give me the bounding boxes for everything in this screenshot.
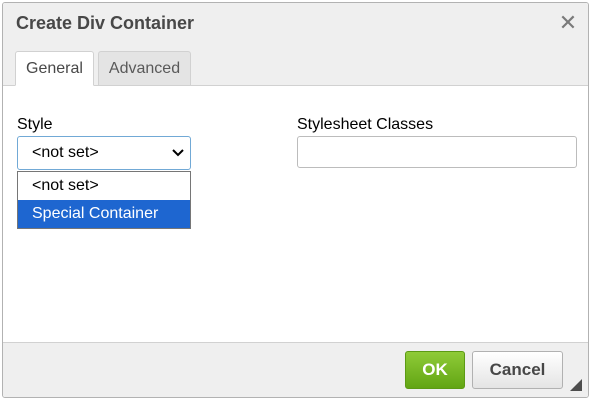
style-label: Style xyxy=(17,116,53,133)
style-option-not-set[interactable]: <not set> xyxy=(18,172,190,200)
close-icon[interactable]: ✕ xyxy=(558,12,578,34)
ok-button[interactable]: OK xyxy=(405,351,465,389)
style-dropdown-list: <not set> Special Container xyxy=(17,171,191,229)
create-div-container-dialog: Create Div Container ✕ General Advanced … xyxy=(2,2,589,398)
style-option-special-container[interactable]: Special Container xyxy=(18,200,190,228)
chevron-down-icon xyxy=(172,149,184,157)
tab-advanced[interactable]: Advanced xyxy=(97,51,192,85)
style-select[interactable]: <not set> xyxy=(17,136,191,170)
dialog-header: Create Div Container ✕ General Advanced xyxy=(3,3,588,86)
tab-bar: General Advanced xyxy=(15,51,195,86)
resize-handle-icon[interactable] xyxy=(570,379,582,391)
stylesheet-classes-label: Stylesheet Classes xyxy=(297,116,434,133)
cancel-button[interactable]: Cancel xyxy=(472,351,563,389)
dialog-footer: OK Cancel xyxy=(3,342,588,397)
style-select-value: <not set> xyxy=(32,144,99,161)
dialog-title: Create Div Container xyxy=(16,13,195,33)
tab-general[interactable]: General xyxy=(15,51,94,86)
stylesheet-classes-input[interactable] xyxy=(297,136,577,168)
